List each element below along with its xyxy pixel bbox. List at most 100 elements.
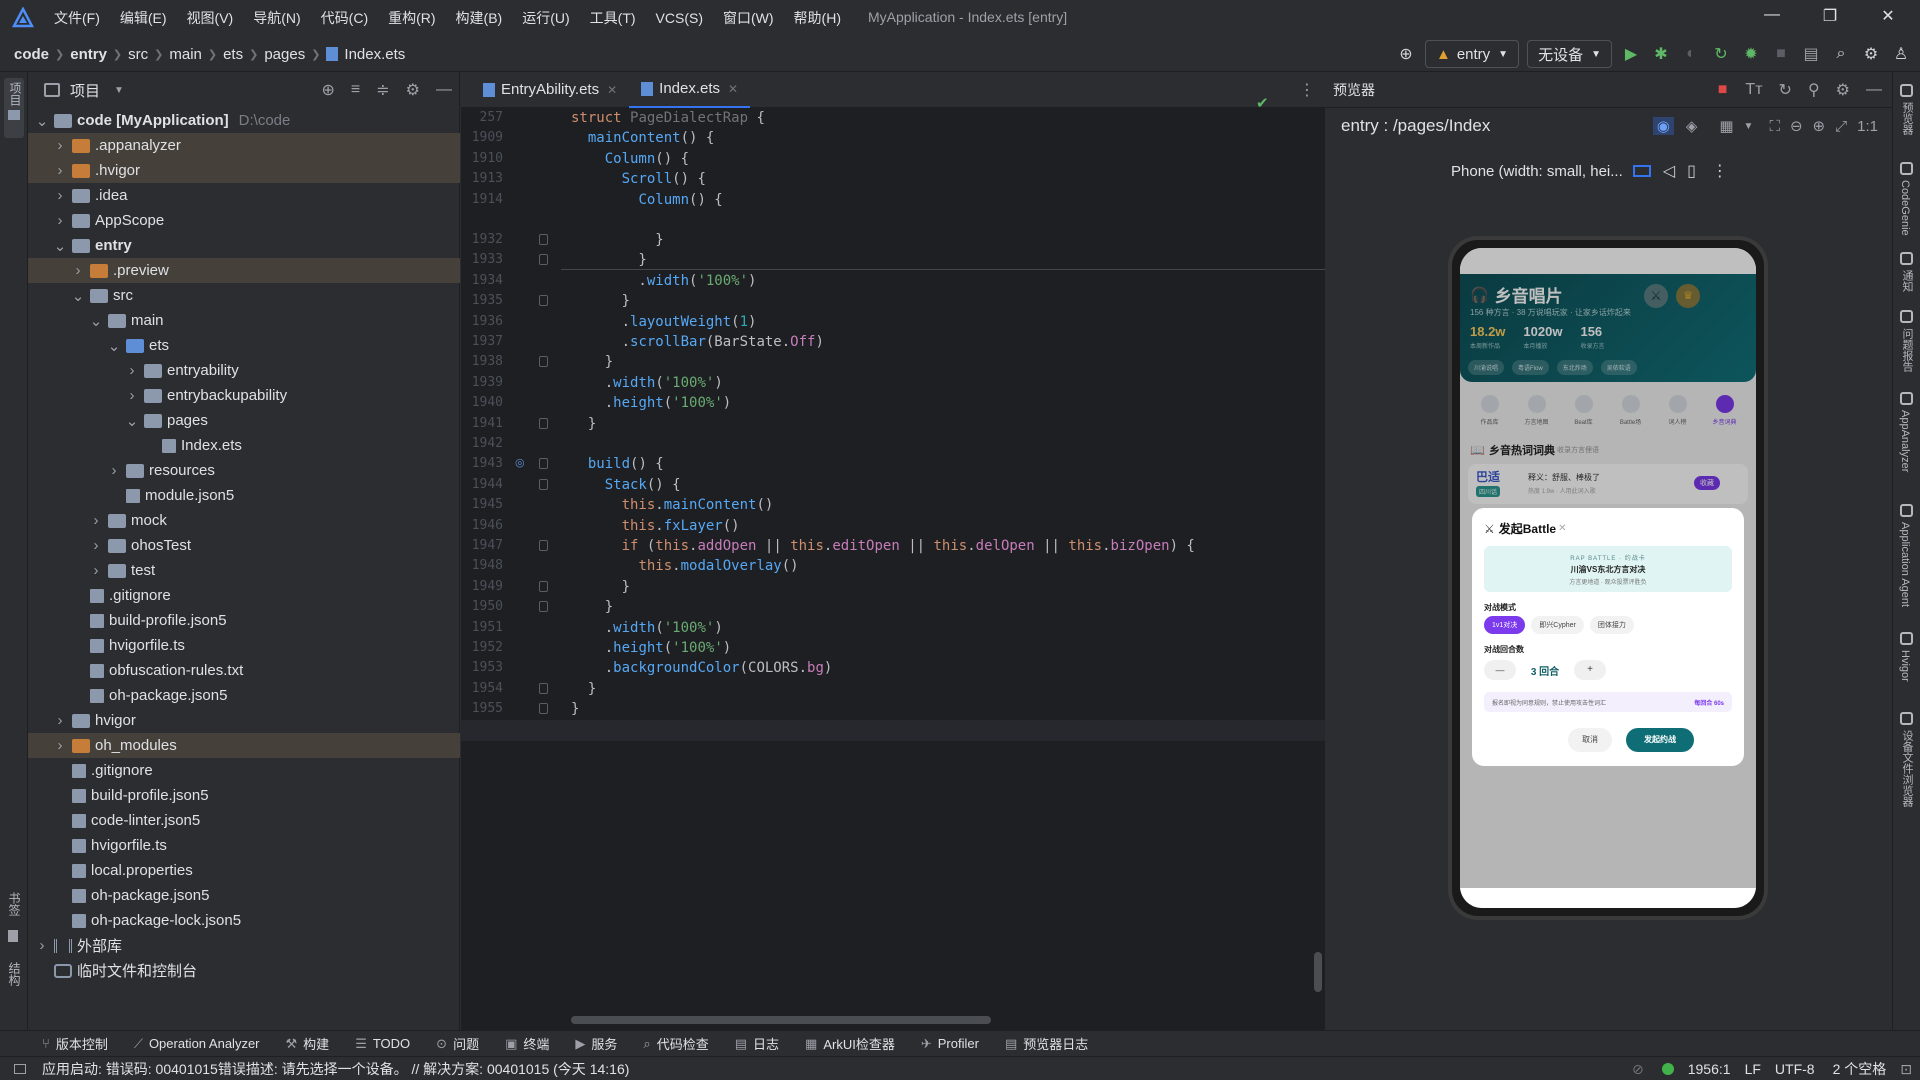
menu-item[interactable]: 窗口(W)	[723, 8, 774, 28]
more-options-icon[interactable]: ⋮	[1299, 80, 1315, 100]
attach-debugger-icon[interactable]: ◐	[1678, 41, 1704, 67]
stop-icon[interactable]: ■	[1768, 41, 1794, 67]
breadcrumb-item[interactable]: Index.ets	[344, 46, 405, 63]
tree-node[interactable]: › test	[28, 558, 460, 583]
bottom-tool-button[interactable]: ▶ 服务	[575, 1034, 617, 1053]
tree-node[interactable]: ⌄ ets	[28, 333, 460, 358]
run-icon[interactable]: ▶	[1618, 41, 1644, 67]
grid-view-icon[interactable]: ▦	[1719, 117, 1733, 135]
menu-item[interactable]: 编辑(E)	[120, 8, 167, 28]
chevron-right-icon[interactable]: ›	[88, 562, 104, 579]
settings-gear-icon[interactable]: ⚙	[1858, 41, 1884, 67]
tree-node[interactable]: .gitignore	[28, 583, 460, 608]
search-icon[interactable]: ⌕	[1828, 41, 1854, 67]
more-icon[interactable]: ⋮	[1712, 161, 1728, 181]
tree-node[interactable]: .gitignore	[28, 758, 460, 783]
chevron-down-icon[interactable]: ⌄	[52, 237, 68, 255]
bottom-tool-button[interactable]: ⚒ 构建	[286, 1034, 330, 1053]
tree-node[interactable]: › ohosTest	[28, 533, 460, 558]
chevron-right-icon[interactable]: ›	[124, 387, 140, 404]
tree-node[interactable]: › 外部库	[28, 933, 460, 958]
menu-item[interactable]: 帮助(H)	[794, 8, 841, 28]
panel-toggle-icon[interactable]	[14, 1063, 26, 1074]
actual-size-icon[interactable]: 1:1	[1857, 118, 1878, 135]
tree-node[interactable]: oh-package-lock.json5	[28, 908, 460, 933]
tree-node[interactable]: 临时文件和控制台	[28, 958, 460, 983]
breadcrumb-item[interactable]: ets	[223, 46, 243, 63]
chevron-right-icon[interactable]: ›	[52, 187, 68, 204]
account-icon[interactable]: ♙	[1888, 41, 1914, 67]
tree-node[interactable]: › hvigor	[28, 708, 460, 733]
tool-window-icon[interactable]	[1900, 392, 1913, 405]
tool-window-icon[interactable]	[1900, 310, 1913, 323]
chevron-right-icon[interactable]: ›	[52, 737, 68, 754]
stop-preview-icon[interactable]: ■	[1718, 81, 1728, 99]
vertical-scrollbar[interactable]	[1314, 952, 1322, 992]
chevron-right-icon[interactable]: ›	[106, 462, 122, 479]
tool-window-icon[interactable]	[1900, 252, 1913, 265]
layers-icon[interactable]: ◈	[1686, 117, 1698, 135]
bottom-tool-button[interactable]: ⟋ Operation Analyzer	[134, 1036, 260, 1052]
chevron-down-icon[interactable]: ⌄	[88, 312, 104, 330]
bottom-tool-button[interactable]: ⊙ 问题	[436, 1034, 479, 1053]
menu-item[interactable]: 构建(B)	[456, 8, 503, 28]
hide-previewer-icon[interactable]: —	[1866, 81, 1882, 99]
editor-tab[interactable]: EntryAbility.ets ✕	[471, 72, 629, 108]
tree-node[interactable]: › oh_modules	[28, 733, 460, 758]
chevron-right-icon[interactable]: ›	[52, 212, 68, 229]
breadcrumb-item[interactable]: entry	[70, 46, 107, 63]
tool-window-icon[interactable]	[1900, 712, 1913, 725]
start-battle-button[interactable]: 发起约战	[1626, 728, 1694, 752]
device-selector[interactable]: 无设备 ▼	[1527, 40, 1612, 68]
project-tool-button[interactable]: 项目	[4, 78, 24, 138]
target-icon[interactable]: ⊕	[1393, 41, 1419, 67]
tree-node[interactable]: ⌄ src	[28, 283, 460, 308]
project-structure-icon[interactable]: ▤	[1798, 41, 1824, 67]
preview-mode-icon[interactable]: ◉	[1652, 117, 1674, 135]
chevron-down-icon[interactable]: ⌄	[124, 412, 140, 430]
tree-node[interactable]: Index.ets	[28, 433, 460, 458]
tree-node[interactable]: › resources	[28, 458, 460, 483]
expand-all-icon[interactable]: ≡	[351, 81, 360, 99]
profile-icon[interactable]: ✹	[1738, 41, 1764, 67]
bottom-tool-button[interactable]: ☰ TODO	[355, 1036, 410, 1052]
tree-node[interactable]: build-profile.json5	[28, 783, 460, 808]
bottom-tool-button[interactable]: ✈ Profiler	[921, 1036, 979, 1052]
preview-settings-gear-icon[interactable]: ⚙	[1836, 80, 1850, 100]
tree-node[interactable]: › .idea	[28, 183, 460, 208]
bottom-tool-button[interactable]: ⑂ 版本控制	[42, 1034, 108, 1053]
horizontal-scrollbar[interactable]	[571, 1016, 991, 1024]
phone-screen[interactable]: 🎧 乡音唱片 156 种方言 · 38 万说唱玩家 · 让家乡话炸起来 ⚔ ♛ …	[1460, 248, 1756, 908]
no-device-icon[interactable]: ⊘	[1632, 1061, 1644, 1078]
locate-icon[interactable]: ⊕	[322, 80, 335, 100]
chevron-right-icon[interactable]: ›	[88, 512, 104, 529]
module-selector[interactable]: ▲ entry ▼	[1424, 40, 1520, 68]
maximize-button[interactable]: ❐	[1818, 6, 1842, 30]
caret-position[interactable]: 1956:1	[1688, 1061, 1731, 1077]
chevron-right-icon[interactable]: ›	[70, 262, 86, 279]
bottom-tool-button[interactable]: ▣ 终端	[505, 1034, 549, 1053]
tree-node[interactable]: › .hvigor	[28, 158, 460, 183]
status-message[interactable]: 应用启动: 错误码: 00401015错误描述: 请先选择一个设备。 // 解决…	[42, 1059, 629, 1079]
line-separator[interactable]: LF	[1745, 1061, 1761, 1077]
tree-node[interactable]: hvigorfile.ts	[28, 833, 460, 858]
crop-icon[interactable]: ⛶	[1769, 118, 1780, 135]
bookmarks-tool-button[interactable]: 书签	[6, 892, 23, 916]
breadcrumb-item[interactable]: main	[169, 46, 202, 63]
rotate-icon[interactable]: ▯	[1687, 161, 1696, 181]
menu-item[interactable]: 工具(T)	[590, 8, 636, 28]
bottom-tool-button[interactable]: ⌕ 代码检查	[643, 1034, 708, 1053]
screen-icon[interactable]	[1632, 165, 1651, 177]
rounds-plus-button[interactable]: +	[1574, 660, 1606, 680]
bottom-tool-button[interactable]: ▦ ArkUI检查器	[805, 1034, 895, 1053]
breadcrumb-item[interactable]: src	[128, 46, 148, 63]
chevron-right-icon[interactable]: ›	[52, 162, 68, 179]
debug-icon[interactable]: ✱	[1648, 41, 1674, 67]
lock-icon[interactable]: ⊡	[1900, 1061, 1912, 1078]
tree-node[interactable]: module.json5	[28, 483, 460, 508]
chevron-down-icon[interactable]: ⌄	[106, 337, 122, 355]
zoom-out-icon[interactable]: ⊖	[1790, 117, 1803, 135]
tree-node[interactable]: › mock	[28, 508, 460, 533]
chevron-right-icon[interactable]: ›	[88, 537, 104, 554]
minimize-button[interactable]: —	[1760, 6, 1784, 30]
